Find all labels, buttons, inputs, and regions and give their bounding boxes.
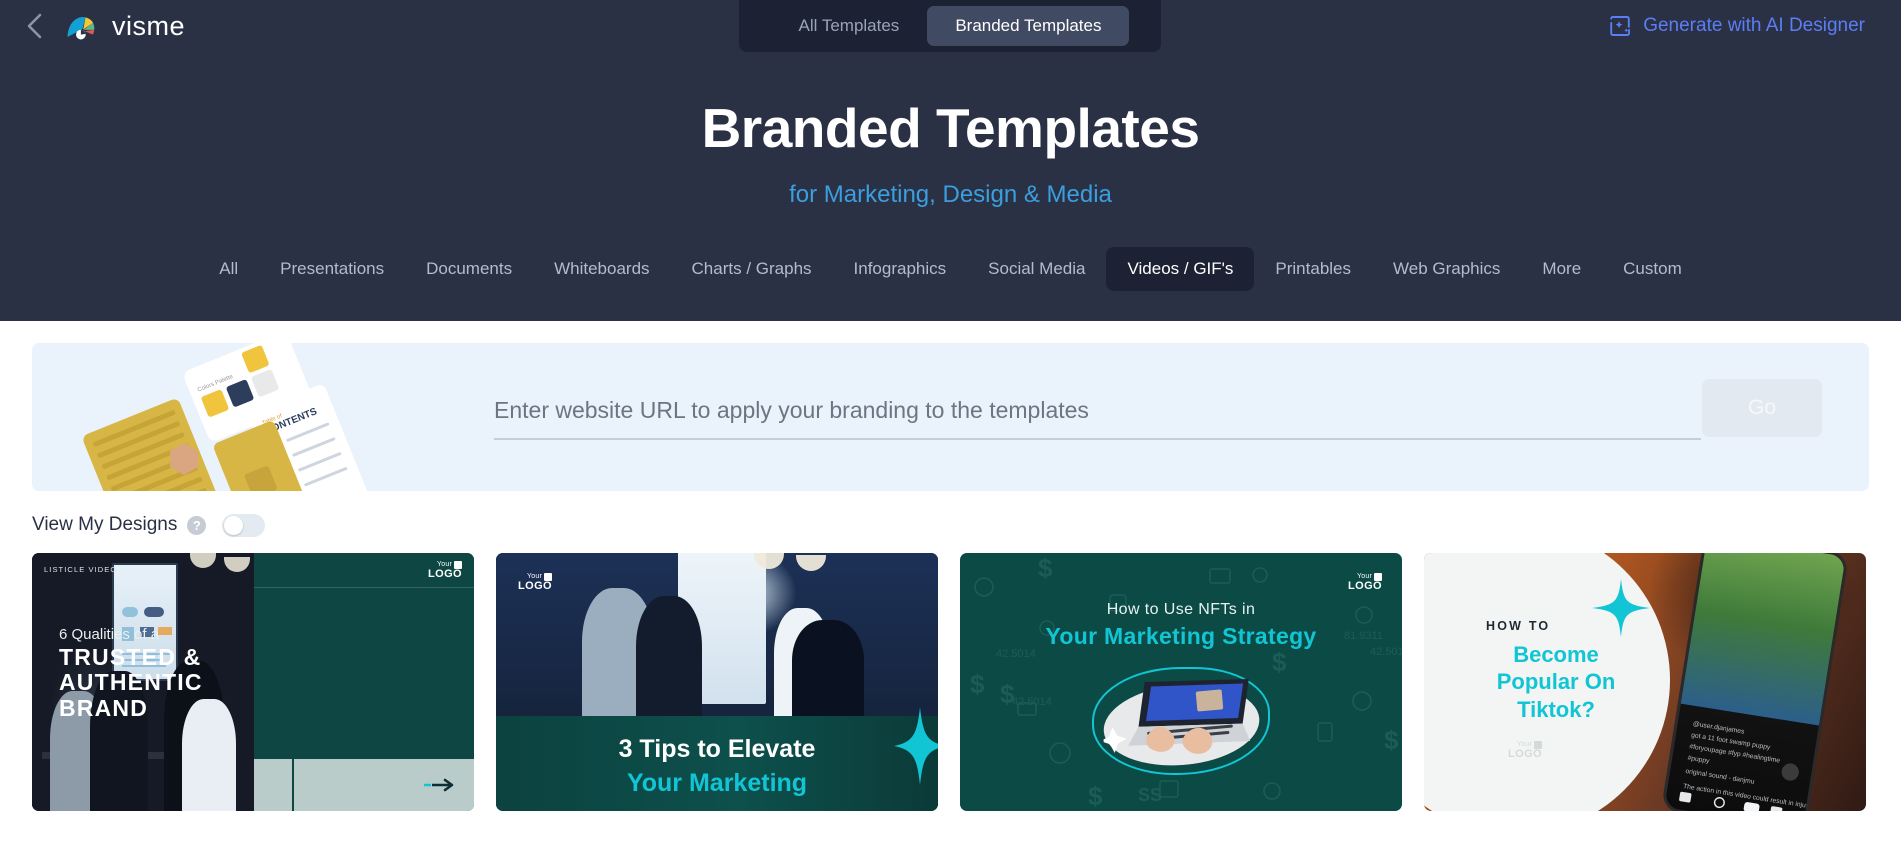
svg-text:original sound - danjmu: original sound - danjmu: [1685, 767, 1755, 785]
template-card-trusted-authentic-brand[interactable]: LISTICLE VIDEO Your LOGO 6 Qualities of …: [32, 552, 474, 811]
view-my-designs-label: View My Designs: [32, 514, 178, 535]
footer-divider: [292, 758, 294, 811]
category-documents[interactable]: Documents: [405, 247, 533, 291]
branding-url-panel: VAC Colors Palette Table of CONTENTS: [32, 342, 1869, 491]
four-point-star-icon: [1592, 578, 1650, 637]
template-card-3-tips-to-elevate[interactable]: Your LOGO 3 Tips to Elevate Your Marketi…: [496, 552, 938, 811]
branding-url-field: [494, 392, 1701, 440]
tab-branded-templates[interactable]: Branded Templates: [927, 6, 1130, 46]
hero-section: Branded Templates for Marketing, Design …: [0, 52, 1901, 209]
headline-line-2: Popular On: [1496, 669, 1616, 694]
visme-fan-logo-icon: [67, 17, 95, 40]
page-title: Branded Templates: [701, 97, 1200, 159]
top-bar: visme All Templates Branded Templates Ge…: [0, 0, 1901, 52]
card-headline: Become Popular On Tiktok?: [1466, 641, 1646, 724]
category-presentations[interactable]: Presentations: [259, 247, 405, 291]
template-card-how-to-use-nfts[interactable]: $$$ $$$ SS 42.501442.5014 81.931142.5014…: [960, 552, 1402, 811]
logo-stamp-bottom: LOGO: [428, 567, 462, 580]
view-my-designs-row: View My Designs ?: [32, 491, 1869, 553]
category-custom[interactable]: Custom: [1602, 247, 1703, 291]
svg-text:CONTENTS: CONTENTS: [264, 406, 319, 437]
svg-text:Table of: Table of: [261, 413, 283, 427]
laptop-hands-photo: [1100, 678, 1260, 765]
template-scope-switcher: All Templates Branded Templates: [739, 0, 1161, 52]
card-photo: [496, 552, 938, 716]
card-kicker: HOW TO: [1486, 618, 1551, 633]
arrow-right-icon: [424, 778, 454, 791]
template-card-become-popular-on-tiktok[interactable]: @user.djanjames got a 11 foot swamp pupp…: [1424, 552, 1866, 811]
headline-line-1: Become: [1513, 641, 1599, 667]
toggle-knob: [224, 515, 244, 535]
your-logo-stamp: Your LOGO: [1348, 572, 1382, 593]
phone-photo: @user.djanjames got a 11 foot swamp pupp…: [1660, 552, 1850, 811]
card-kicker: LISTICLE VIDEO: [44, 564, 118, 574]
category-videos-gifs[interactable]: Videos / GIF's: [1106, 246, 1255, 291]
card-eyebrow: 6 Qualities of a: [59, 625, 160, 643]
headline-line-3: BRAND: [59, 695, 149, 721]
your-logo-stamp: Your LOGO: [518, 572, 552, 593]
card-headline: TRUSTED & AUTHENTIC BRAND: [59, 643, 203, 722]
headline-line-3: Tiktok?: [1517, 696, 1595, 722]
brand-logo-link[interactable]: visme: [66, 11, 185, 42]
card-headline-line-1: 3 Tips to Elevate: [618, 734, 816, 763]
tab-all-templates[interactable]: All Templates: [771, 6, 928, 46]
ai-sparkle-frame-icon: [1610, 16, 1631, 36]
card-headline-line-1: How to Use NFTs in: [1106, 600, 1256, 618]
four-point-star-icon: [894, 706, 938, 785]
your-logo-stamp: Your LOGO: [428, 560, 462, 580]
question-mark-icon[interactable]: ?: [187, 515, 207, 535]
brand-name: visme: [112, 10, 186, 41]
template-grid: LISTICLE VIDEO Your LOGO 6 Qualities of …: [32, 552, 1869, 841]
svg-text:Colors Palette: Colors Palette: [197, 373, 235, 393]
logo-stamp-bottom: LOGO: [1508, 747, 1542, 760]
headline-line-2: AUTHENTIC: [59, 669, 203, 696]
card-headline-line-2: Your Marketing Strategy: [1045, 622, 1317, 649]
category-printables[interactable]: Printables: [1254, 247, 1372, 291]
website-url-input[interactable]: [494, 392, 1701, 440]
category-infographics[interactable]: Infographics: [833, 247, 968, 291]
category-web-graphics[interactable]: Web Graphics: [1372, 247, 1521, 291]
logo-stamp-bottom: LOGO: [1348, 579, 1382, 592]
svg-text:42.5014: 42.5014: [1012, 696, 1052, 708]
brand-kit-cards-illustration: VAC Colors Palette Table of CONTENTS: [83, 342, 369, 491]
svg-text:SS: SS: [1138, 785, 1162, 805]
go-button[interactable]: Go: [1702, 378, 1822, 437]
svg-text:$: $: [1272, 647, 1287, 677]
headline-line-1: TRUSTED &: [59, 643, 202, 670]
svg-text:$: $: [1384, 725, 1399, 755]
category-social-media[interactable]: Social Media: [967, 247, 1106, 291]
logo-stamp-top: Your: [437, 561, 452, 568]
back-button[interactable]: [18, 9, 52, 43]
generate-with-ai-designer-button[interactable]: Generate with AI Designer: [1608, 0, 1865, 52]
svg-text:$: $: [970, 669, 985, 699]
main-content: VAC Colors Palette Table of CONTENTS: [0, 320, 1901, 841]
phone-video-frame: [1680, 552, 1846, 726]
category-all[interactable]: All: [198, 247, 259, 291]
category-charts-graphs[interactable]: Charts / Graphs: [671, 247, 833, 291]
svg-text:$: $: [1038, 553, 1053, 583]
category-more[interactable]: More: [1521, 247, 1602, 291]
view-my-designs-toggle[interactable]: [222, 513, 266, 537]
category-nav: All Presentations Documents Whiteboards …: [0, 208, 1901, 321]
card-footer-bar: [254, 756, 474, 811]
ai-designer-label: Generate with AI Designer: [1643, 15, 1865, 36]
your-logo-stamp: Your LOGO: [1508, 740, 1542, 761]
chevron-left-icon: [27, 13, 42, 39]
page-subtitle: for Marketing, Design & Media: [789, 180, 1112, 208]
logo-stamp-bottom: LOGO: [518, 579, 552, 592]
category-whiteboards[interactable]: Whiteboards: [533, 247, 670, 291]
svg-text:#puppy: #puppy: [1687, 754, 1710, 764]
svg-text:$: $: [1088, 781, 1103, 811]
card-headline-line-2: Your Marketing: [626, 768, 808, 797]
